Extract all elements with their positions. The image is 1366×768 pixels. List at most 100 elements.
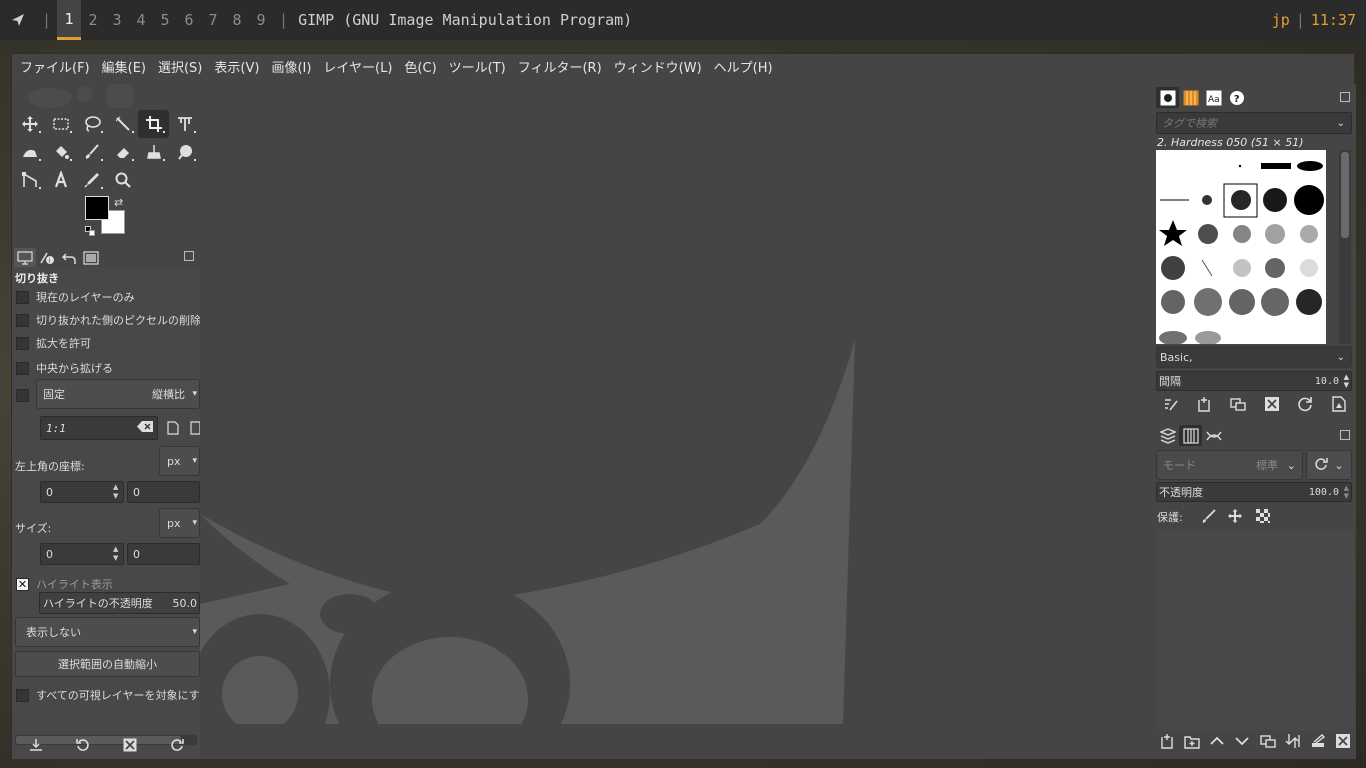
mask-layer-icon[interactable] [1310,733,1326,752]
crop-icon[interactable] [138,110,169,138]
spin-buttons[interactable]: ▲ ▼ [1344,373,1349,389]
chevron-down-icon[interactable]: ⌄ [1337,118,1345,129]
workspace-6[interactable]: 6 [177,0,201,40]
layer-composite-combo[interactable]: ⌄ [1306,450,1352,480]
size-w-input[interactable]: 0 ▲ ▼ [40,543,124,565]
workspace-4[interactable]: 4 [129,0,153,40]
delete-options-icon[interactable] [123,738,137,755]
tab-images-icon[interactable] [80,248,102,268]
edit-brush-icon[interactable] [1163,396,1179,415]
delete-layer-icon[interactable] [1335,733,1351,752]
allow-growing-checkbox[interactable] [16,336,29,350]
size-unit-combo[interactable]: px ▾ [159,508,200,538]
spin-buttons[interactable]: ▲ ▼ [113,483,121,501]
lower-layer-icon[interactable] [1234,733,1250,752]
paintbrush-icon[interactable] [76,138,107,166]
tab-undo-history-icon[interactable] [58,248,80,268]
expand-center-row[interactable]: 中央から拡げる [16,360,113,376]
restore-options-icon[interactable] [75,738,90,755]
workspace-2[interactable]: 2 [81,0,105,40]
workspace-3[interactable]: 3 [105,0,129,40]
image-canvas[interactable] [200,84,1154,759]
allow-growing-row[interactable]: 拡大を許可 [16,335,91,351]
menu-file[interactable]: ファイル(F) [14,54,96,84]
layer-mode-combo[interactable]: モード 標準 ⌄ [1156,450,1303,480]
tab-device-status-icon[interactable]: i [36,248,58,268]
reset-options-icon[interactable] [170,738,184,755]
color-area[interactable]: ⇄ [85,196,135,238]
new-layer-group-icon[interactable] [1184,733,1200,752]
keyboard-layout[interactable]: jp [1272,11,1290,29]
color-picker-icon[interactable] [76,166,107,194]
swap-colors-icon[interactable]: ⇄ [114,196,123,209]
brush-preset-combo[interactable]: Basic, ⌄ [1156,346,1352,368]
menu-image[interactable]: 画像(I) [265,54,317,84]
merge-layer-icon[interactable] [1285,733,1301,752]
menu-help[interactable]: ヘルプ(H) [708,54,779,84]
tab-brushes-icon[interactable] [1156,87,1179,108]
landscape-icon[interactable] [190,421,201,438]
clone-icon[interactable] [138,138,169,166]
tab-help-icon[interactable]: ? [1225,87,1248,108]
clear-input-icon[interactable] [137,421,153,435]
rect-select-icon[interactable] [45,110,76,138]
move-tool-icon[interactable] [14,110,45,138]
menu-edit[interactable]: 編集(E) [96,54,152,84]
duplicate-layer-icon[interactable] [1259,733,1276,752]
foreground-color[interactable] [85,196,109,220]
delete-cropped-row[interactable]: 切り抜かれた側のピクセルの削除 [16,312,201,328]
fixed-row[interactable] [16,389,36,402]
dock-menu-button[interactable] [1340,92,1350,102]
open-brush-image-icon[interactable] [1331,396,1347,415]
warp-icon[interactable] [14,138,45,166]
size-h-input[interactable]: 0 [127,543,200,565]
menu-filters[interactable]: フィルター(R) [512,54,608,84]
menu-layer[interactable]: レイヤー(L) [317,54,398,84]
position-unit-combo[interactable]: px ▾ [159,446,200,476]
spacing-slider[interactable]: 間隔 10.0 ▲ ▼ [1156,371,1352,391]
menu-select[interactable]: 選択(S) [152,54,208,84]
duplicate-brush-icon[interactable] [1230,396,1246,415]
brush-scrollbar[interactable] [1339,150,1351,344]
workspace-8[interactable]: 8 [225,0,249,40]
tab-patterns-icon[interactable] [1179,87,1202,108]
brush-grid[interactable] [1156,150,1326,344]
workspace-7[interactable]: 7 [201,0,225,40]
workspace-9[interactable]: 9 [249,0,273,40]
bucket-fill-icon[interactable] [45,138,76,166]
current-layer-only-checkbox[interactable] [16,290,29,304]
position-y-input[interactable]: 0 [127,481,200,503]
refresh-brushes-icon[interactable] [1297,396,1313,415]
eraser-icon[interactable] [107,138,138,166]
menu-view[interactable]: 表示(V) [208,54,265,84]
default-colors-icon[interactable] [85,226,95,236]
tab-channels-icon[interactable] [1179,425,1202,446]
zoom-icon[interactable] [107,166,138,194]
paths-icon[interactable] [14,166,45,194]
lasso-icon[interactable] [76,110,107,138]
delete-brush-icon[interactable] [1264,396,1280,415]
menu-colors[interactable]: 色(C) [398,54,442,84]
tab-layers-icon[interactable] [1156,425,1179,446]
layers-list[interactable] [1156,530,1354,730]
menu-windows[interactable]: ウィンドウ(W) [608,54,708,84]
text-icon[interactable] [45,166,76,194]
fixed-checkbox[interactable] [16,389,29,402]
new-layer-icon[interactable] [1159,733,1175,752]
guides-combo[interactable]: 表示しない ▾ [15,617,200,647]
dock-menu-button[interactable] [1340,430,1350,440]
smudge-icon[interactable] [169,138,200,166]
all-visible-checkbox[interactable] [16,688,29,702]
auto-shrink-button[interactable]: 選択範囲の自動縮小 [15,651,200,677]
dock-menu-button[interactable] [184,251,194,261]
menu-tools[interactable]: ツール(T) [443,54,512,84]
expand-center-checkbox[interactable] [16,361,29,375]
all-visible-row[interactable]: すべての可視レイヤーを対象にする [16,687,211,703]
spin-buttons[interactable]: ▲ ▼ [113,545,121,563]
ratio-input[interactable]: 1:1 [40,416,158,440]
current-layer-only-row[interactable]: 現在のレイヤーのみ [16,289,135,305]
tab-paths-icon[interactable] [1202,425,1225,446]
portrait-icon[interactable] [167,421,179,438]
raise-layer-icon[interactable] [1209,733,1225,752]
spin-buttons[interactable]: ▲ ▼ [1344,484,1349,500]
